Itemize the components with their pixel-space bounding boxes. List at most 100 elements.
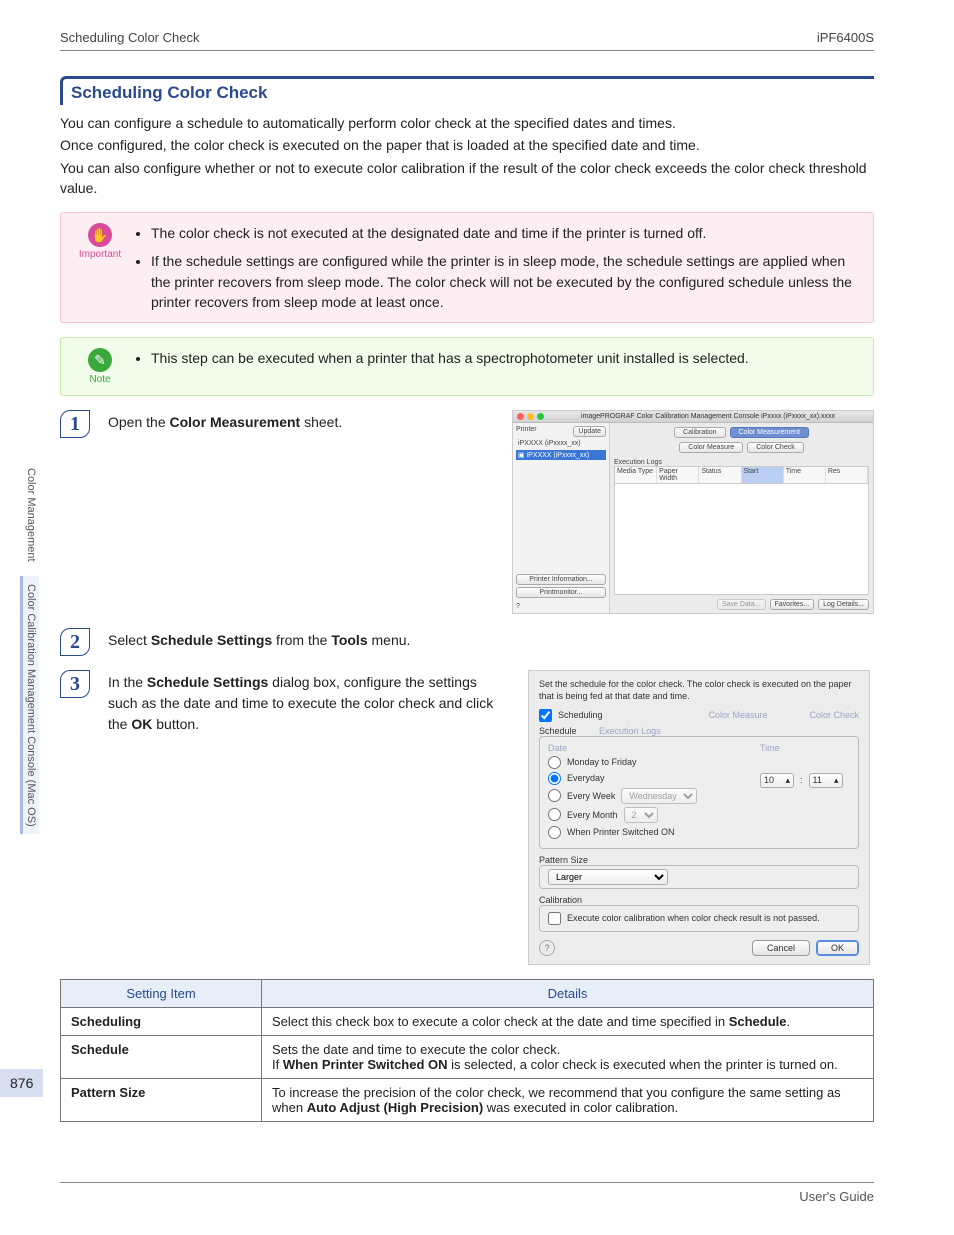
- step-3: 3 In the Schedule Settings dialog box, c…: [60, 670, 874, 964]
- important-label: Important: [75, 249, 125, 260]
- cancel-button[interactable]: Cancel: [752, 940, 810, 956]
- pattern-size-fieldset: Larger: [539, 865, 859, 889]
- chevron-up-down-icon[interactable]: ▴: [785, 775, 790, 786]
- step-2: 2 Select Schedule Settings from the Tool…: [60, 628, 874, 656]
- settings-table: Setting Item Details Scheduling Select t…: [60, 979, 874, 1122]
- zoom-icon[interactable]: [537, 413, 544, 420]
- note-item-1: This step can be executed when a printer…: [151, 348, 859, 368]
- s1-pre: Open the: [108, 414, 170, 430]
- execution-logs-label: Execution Logs: [614, 459, 869, 466]
- header-left: Scheduling Color Check: [60, 30, 199, 45]
- printer-label: Printer: [516, 426, 537, 437]
- s2-mid: from the: [272, 632, 331, 648]
- radio-everyday[interactable]: [548, 772, 561, 785]
- favorites-button[interactable]: Favorites...: [770, 599, 815, 610]
- note-label: Note: [75, 374, 125, 385]
- hour-stepper[interactable]: 10▴: [760, 773, 794, 788]
- col-start[interactable]: Start: [742, 467, 784, 483]
- important-item-2: If the schedule settings are configured …: [151, 251, 859, 312]
- radio-every-month[interactable]: [548, 808, 561, 821]
- col-media-type[interactable]: Media Type: [615, 467, 657, 483]
- printer-info-button[interactable]: Printer Information...: [516, 574, 606, 585]
- s3-b2: OK: [131, 716, 152, 732]
- radio-mon-fri[interactable]: [548, 756, 561, 769]
- opt-every-month: Every Month: [567, 810, 618, 820]
- page-header: Scheduling Color Check iPF6400S: [60, 30, 874, 51]
- pattern-size-label: Pattern Size: [539, 855, 859, 865]
- schedule-label: Schedule: [539, 726, 577, 736]
- intro-p1: You can configure a schedule to automati…: [60, 113, 874, 133]
- exec-logs-label: Execution Logs: [599, 726, 661, 736]
- col-status[interactable]: Status: [699, 467, 741, 483]
- log-details-button[interactable]: Log Details...: [818, 599, 869, 610]
- note-callout: ✎ Note This step can be executed when a …: [60, 337, 874, 396]
- screenshot-color-measurement: imagePROGRAF Color Calibration Managemen…: [512, 410, 874, 614]
- calibration-label: Calibration: [539, 895, 859, 905]
- save-data-button[interactable]: Save Data...: [717, 599, 766, 610]
- s3-b1: Schedule Settings: [147, 674, 268, 690]
- step-1-text: Open the Color Measurement sheet.: [108, 410, 492, 433]
- s3-post: button.: [152, 716, 199, 732]
- link-color-check[interactable]: Color Check: [809, 710, 859, 720]
- help-icon[interactable]: ?: [516, 603, 606, 610]
- row1-details: Select this check box to execute a color…: [262, 1007, 874, 1035]
- row3-details: To increase the precision of the color c…: [262, 1078, 874, 1121]
- calibration-text: Execute color calibration when color che…: [567, 913, 820, 923]
- radio-switched-on[interactable]: [548, 826, 561, 839]
- row1-item: Scheduling: [71, 1014, 141, 1029]
- col-time[interactable]: Time: [784, 467, 826, 483]
- minimize-icon[interactable]: [527, 413, 534, 420]
- subtab-color-measure[interactable]: Color Measure: [679, 442, 743, 453]
- step-2-text: Select Schedule Settings from the Tools …: [108, 628, 874, 651]
- printer-tree-child: iPXXXX (iPxxxx_xx): [527, 452, 590, 459]
- subtab-color-check[interactable]: Color Check: [747, 442, 804, 453]
- scheduling-checkbox[interactable]: [539, 709, 552, 722]
- section-title: Scheduling Color Check: [71, 83, 267, 102]
- s2-post: menu.: [368, 632, 411, 648]
- s1-post: sheet.: [300, 414, 342, 430]
- col-setting-item: Setting Item: [61, 979, 262, 1007]
- intro: You can configure a schedule to automati…: [60, 113, 874, 198]
- logs-header: Media Type Paper Width Status Start Time…: [614, 466, 869, 484]
- calibration-checkbox[interactable]: [548, 912, 561, 925]
- step-3-text: In the Schedule Settings dialog box, con…: [108, 670, 508, 735]
- important-item-1: The color check is not executed at the d…: [151, 223, 859, 243]
- link-color-measure[interactable]: Color Measure: [708, 710, 767, 720]
- window-title: imagePROGRAF Color Calibration Managemen…: [547, 413, 869, 420]
- s3-pre: In the: [108, 674, 147, 690]
- pattern-size-select[interactable]: Larger: [548, 869, 668, 885]
- printmonitor-button[interactable]: Printmonitor...: [516, 587, 606, 598]
- opt-everyday: Everyday: [567, 773, 605, 783]
- ok-button[interactable]: OK: [816, 940, 859, 956]
- section-title-wrap: Scheduling Color Check: [60, 76, 874, 105]
- time-label: Time: [760, 743, 850, 753]
- chevron-up-down-icon[interactable]: ▴: [834, 775, 839, 786]
- weekday-select[interactable]: Wednesday: [621, 788, 697, 804]
- schedule-fieldset: Date Monday to Friday Everyday Every Wee…: [539, 736, 859, 849]
- calibration-fieldset: Execute color calibration when color che…: [539, 905, 859, 932]
- printer-tree-selected[interactable]: ▣ iPXXXX (iPxxxx_xx): [516, 450, 606, 460]
- minute-stepper[interactable]: 11▴: [809, 773, 843, 788]
- opt-switched-on: When Printer Switched ON: [567, 827, 675, 837]
- table-row: Schedule Sets the date and time to execu…: [61, 1035, 874, 1078]
- col-res[interactable]: Res: [826, 467, 868, 483]
- window-titlebar: imagePROGRAF Color Calibration Managemen…: [513, 411, 873, 423]
- help-icon[interactable]: ?: [539, 940, 555, 956]
- intro-p2: Once configured, the color check is exec…: [60, 135, 874, 155]
- col-paper-width[interactable]: Paper Width: [657, 467, 699, 483]
- table-row: Scheduling Select this check box to exec…: [61, 1007, 874, 1035]
- monthday-select[interactable]: 2: [624, 807, 658, 823]
- footer-right: User's Guide: [799, 1189, 874, 1204]
- logs-body: [614, 484, 869, 595]
- close-icon[interactable]: [517, 413, 524, 420]
- date-label: Date: [548, 743, 748, 753]
- tab-calibration[interactable]: Calibration: [674, 427, 725, 438]
- tab-color-measurement[interactable]: Color Measurement: [730, 427, 809, 438]
- radio-every-week[interactable]: [548, 789, 561, 802]
- update-button[interactable]: Update: [573, 426, 606, 437]
- step-1: 1 Open the Color Measurement sheet. imag…: [60, 410, 874, 614]
- row2-details: Sets the date and time to execute the co…: [262, 1035, 874, 1078]
- printer-tree-parent[interactable]: iPXXXX (iPxxxx_xx): [516, 439, 606, 448]
- dialog-description: Set the schedule for the color check. Th…: [539, 679, 859, 702]
- page-footer: User's Guide: [60, 1182, 874, 1204]
